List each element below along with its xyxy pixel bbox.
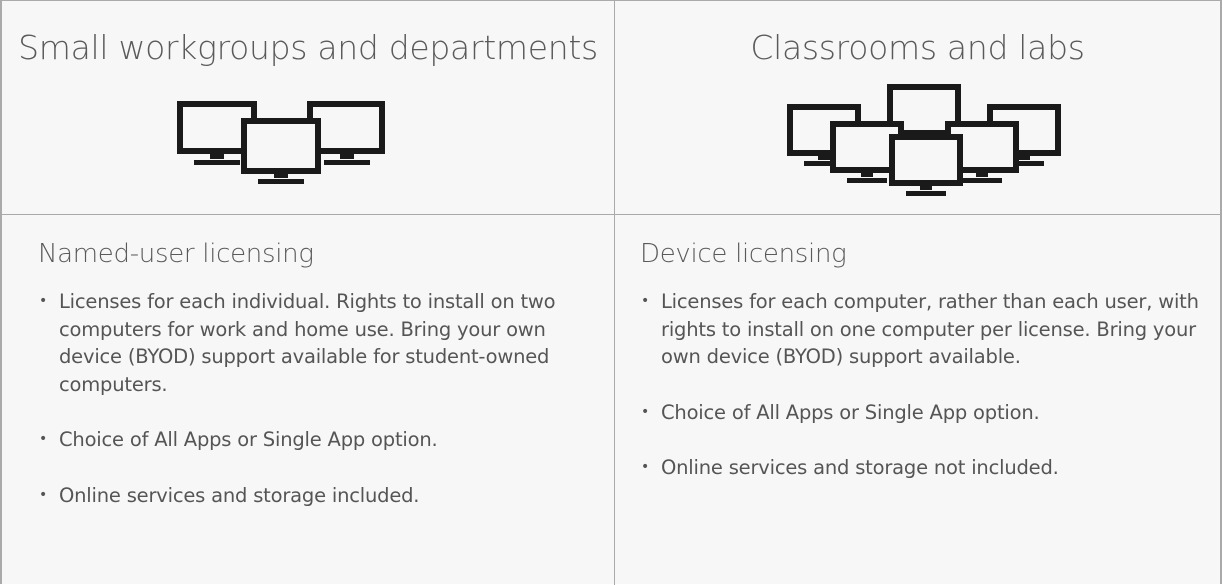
bullet-icon: • [39, 486, 48, 503]
list-item: • Choice of All Apps or Single App option… [38, 426, 598, 454]
list-item: • Choice of All Apps or Single App option… [640, 399, 1210, 427]
list-item: • Online services and storage included. [38, 482, 598, 510]
licensing-comparison-table: Small workgroups and departments Classro… [0, 0, 1222, 585]
computer-group-icon [177, 101, 385, 184]
workgroups-header-cell: Small workgroups and departments [2, 1, 614, 214]
named-user-features-list: • Licenses for each individual. Rights to… [38, 288, 598, 537]
bullet-icon: • [641, 459, 650, 475]
classrooms-heading: Classrooms and labs [750, 28, 1085, 67]
named-user-licensing-title: Named-user licensing [38, 239, 314, 269]
device-features-list: • Licenses for each computer, rather than… [640, 288, 1210, 510]
workgroups-heading: Small workgroups and departments [18, 28, 598, 67]
bullet-icon: • [641, 293, 650, 309]
bullet-icon: • [39, 293, 48, 309]
bullet-icon: • [641, 403, 650, 420]
device-licensing-title: Device licensing [640, 239, 847, 269]
list-item: • Licenses for each individual. Rights to… [39, 290, 556, 396]
bullet-icon: • [39, 431, 48, 447]
computer-lab-icon [787, 84, 1061, 196]
list-item: • Licenses for each computer, rather than… [641, 290, 1199, 368]
device-licensing-cell: Device licensing • Licenses for each comp… [615, 215, 1220, 584]
named-user-licensing-cell: Named-user licensing • Licenses for each … [2, 215, 614, 584]
classrooms-header-cell: Classrooms and labs [615, 1, 1220, 214]
list-item: • Online services and storage not include… [640, 454, 1210, 482]
